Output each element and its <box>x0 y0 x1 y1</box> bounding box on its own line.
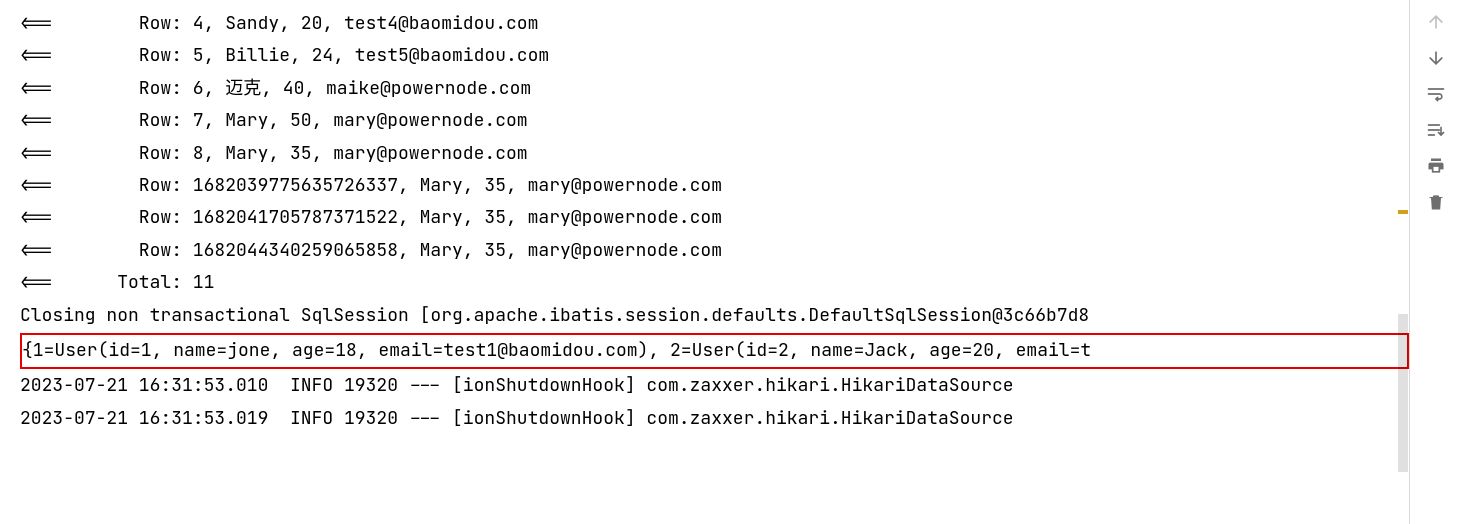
highlighted-annotation: {1=User(id=1, name=jone, age=18, email=t… <box>20 333 1409 369</box>
trash-icon[interactable] <box>1424 190 1448 214</box>
log-line-highlighted: {1=User(id=1, name=jone, age=18, email=t… <box>22 335 1407 367</box>
console-output[interactable]: <== Row: 4, Sandy, 20, test4@baomidou.co… <box>0 0 1409 524</box>
log-line: <== Row: 1682044340259065858, Mary, 35, … <box>20 235 1409 267</box>
log-line: <== Row: 1682039775635726337, Mary, 35, … <box>20 170 1409 202</box>
log-line: 2023-07-21 16:31:53.010 INFO 19320 --- [… <box>20 370 1409 402</box>
log-line: <== Row: 7, Mary, 50, mary@powernode.com <box>20 105 1409 137</box>
scrollbar-thumb[interactable] <box>1398 314 1408 471</box>
log-line: <== Row: 1682041705787371522, Mary, 35, … <box>20 202 1409 234</box>
scroll-to-end-icon[interactable] <box>1424 118 1448 142</box>
log-line: <== Row: 5, Billie, 24, test5@baomidou.c… <box>20 40 1409 72</box>
scrollbar-warning-marker[interactable] <box>1398 210 1408 214</box>
print-icon[interactable] <box>1424 154 1448 178</box>
console-toolbar <box>1409 0 1461 524</box>
arrow-down-icon[interactable] <box>1424 46 1448 70</box>
soft-wrap-icon[interactable] <box>1424 82 1448 106</box>
log-line: 2023-07-21 16:31:53.019 INFO 19320 --- [… <box>20 403 1409 435</box>
log-line: <== Row: 4, Sandy, 20, test4@baomidou.co… <box>20 8 1409 40</box>
log-line: <== Row: 6, 迈克, 40, maike@powernode.com <box>20 73 1409 105</box>
log-line: Closing non transactional SqlSession [or… <box>20 300 1409 332</box>
log-line: <== Row: 8, Mary, 35, mary@powernode.com <box>20 138 1409 170</box>
log-line: <== Total: 11 <box>20 267 1409 299</box>
vertical-scrollbar[interactable] <box>1395 0 1409 524</box>
arrow-up-icon[interactable] <box>1424 10 1448 34</box>
